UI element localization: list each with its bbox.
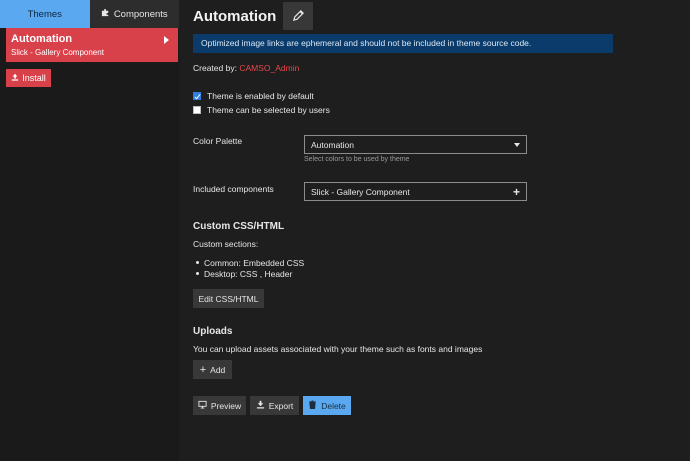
preview-label: Preview bbox=[210, 400, 242, 411]
included-components-select[interactable]: Slick - Gallery Component + bbox=[304, 182, 527, 201]
pencil-icon bbox=[292, 9, 305, 24]
edit-css-button[interactable]: Edit CSS/HTML bbox=[193, 289, 264, 308]
trash-icon bbox=[308, 400, 317, 411]
list-item: Common: Embedded CSS bbox=[195, 258, 305, 268]
edit-css-label: Edit CSS/HTML bbox=[198, 293, 259, 304]
enabled-default-checkbox[interactable] bbox=[193, 92, 201, 100]
download-icon bbox=[256, 400, 265, 411]
title-row: Automation bbox=[193, 2, 314, 30]
delete-label: Delete bbox=[321, 400, 346, 411]
export-label: Export bbox=[268, 400, 294, 411]
install-button[interactable]: Install bbox=[6, 69, 51, 87]
caret-down-icon bbox=[514, 142, 520, 147]
theme-item-name: Automation bbox=[11, 33, 73, 45]
color-palette-label: Color Palette bbox=[193, 136, 243, 146]
tab-components-label: Components bbox=[113, 8, 168, 20]
custom-sections-label: Custom sections: bbox=[193, 239, 259, 249]
tab-themes[interactable]: Themes bbox=[0, 0, 90, 28]
tab-components[interactable]: Components bbox=[89, 0, 179, 28]
page-title: Automation bbox=[193, 7, 277, 25]
theme-item-subtitle: Slick - Gallery Component bbox=[11, 48, 104, 57]
add-upload-button[interactable]: + Add bbox=[193, 360, 232, 379]
color-palette-value: Automation bbox=[311, 139, 354, 150]
sidebar: Themes Components Automation Slick - Gal… bbox=[0, 0, 179, 461]
color-palette-select[interactable]: Automation bbox=[304, 135, 527, 154]
created-by-label: Created by: bbox=[193, 63, 237, 73]
theme-list-item-automation[interactable]: Automation Slick - Gallery Component bbox=[6, 28, 178, 62]
enabled-default-row[interactable]: Theme is enabled by default bbox=[193, 91, 314, 101]
included-components-label: Included components bbox=[193, 184, 274, 194]
edit-title-button[interactable] bbox=[283, 2, 314, 30]
monitor-icon bbox=[198, 400, 207, 411]
install-label: Install bbox=[22, 73, 46, 83]
uploads-title: Uploads bbox=[193, 326, 233, 337]
custom-sections-list: Common: Embedded CSS Desktop: CSS , Head… bbox=[195, 258, 305, 280]
plus-icon: + bbox=[512, 184, 520, 199]
preview-button[interactable]: Preview bbox=[193, 396, 246, 415]
info-banner: Optimized image links are ephemeral and … bbox=[193, 34, 613, 53]
list-item: Desktop: CSS , Header bbox=[195, 269, 304, 279]
color-palette-hint: Select colors to be used by theme bbox=[304, 156, 410, 163]
delete-button[interactable]: Delete bbox=[303, 396, 351, 415]
created-by: Created by: CAMSO_Admin bbox=[193, 63, 299, 73]
upload-icon bbox=[11, 73, 19, 83]
puzzle-icon bbox=[101, 8, 110, 20]
included-components-value: Slick - Gallery Component bbox=[311, 186, 410, 197]
sidebar-tabs: Themes Components bbox=[0, 0, 179, 28]
export-button[interactable]: Export bbox=[250, 396, 299, 415]
user-selectable-row[interactable]: Theme can be selected by users bbox=[193, 105, 330, 115]
plus-icon: + bbox=[199, 363, 207, 376]
created-by-user-link[interactable]: CAMSO_Admin bbox=[239, 63, 299, 73]
user-selectable-label: Theme can be selected by users bbox=[207, 105, 330, 115]
user-selectable-checkbox[interactable] bbox=[193, 106, 201, 114]
uploads-description: You can upload assets associated with yo… bbox=[193, 344, 483, 354]
enabled-default-label: Theme is enabled by default bbox=[207, 91, 314, 101]
tab-themes-label: Themes bbox=[27, 8, 62, 20]
chevron-right-icon bbox=[164, 36, 169, 44]
add-label: Add bbox=[210, 364, 226, 375]
custom-css-title: Custom CSS/HTML bbox=[193, 221, 285, 232]
